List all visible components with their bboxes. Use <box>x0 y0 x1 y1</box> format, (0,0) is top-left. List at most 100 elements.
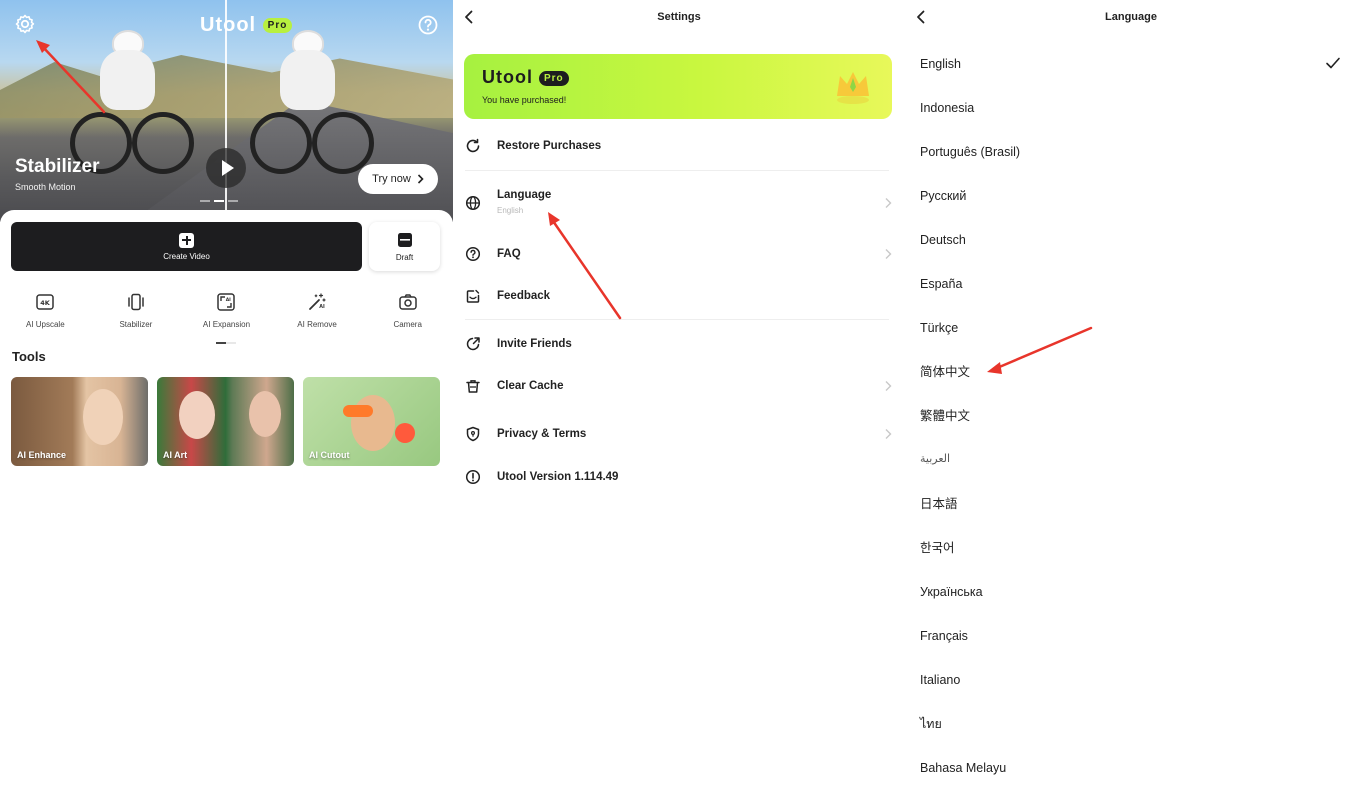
language-option-indonesia[interactable]: Indonesia <box>920 100 974 116</box>
settings-item-label: Restore Purchases <box>497 140 602 152</box>
banner-logo: Utool Pro <box>482 67 569 88</box>
settings-item-language[interactable]: Language English <box>465 187 893 215</box>
language-option-japanese[interactable]: 日本語 <box>920 496 958 512</box>
settings-item-version: Utool Version 1.114.49 <box>465 469 893 485</box>
vibrate-icon <box>128 293 144 311</box>
settings-item-clear-cache[interactable]: Clear Cache <box>465 378 893 394</box>
chevron-right-icon <box>885 429 892 439</box>
settings-item-label: Clear Cache <box>497 380 564 392</box>
quick-action-ai-remove[interactable]: AI AI Remove <box>272 292 363 329</box>
language-option-french[interactable]: Français <box>920 628 968 644</box>
language-option-turkish[interactable]: Türkçe <box>920 320 958 336</box>
try-now-label: Try now <box>372 173 411 185</box>
question-icon <box>465 246 481 262</box>
app-logo: Utool Pro <box>200 14 293 37</box>
trash-icon <box>466 380 480 393</box>
tool-card-ai-enhance[interactable]: AI Enhance <box>11 377 148 466</box>
chevron-right-icon <box>885 381 892 391</box>
quick-action-label: AI Remove <box>297 320 337 329</box>
language-option-italian[interactable]: Italiano <box>920 672 960 688</box>
quick-action-label: AI Upscale <box>25 320 65 329</box>
language-option-malay[interactable]: Bahasa Melayu <box>920 760 1006 776</box>
quick-actions: 4K AI Upscale Stabilizer AI AI Expansion… <box>0 292 453 329</box>
checkmark-icon <box>1326 57 1340 69</box>
banner-pro-badge: Pro <box>539 70 569 86</box>
settings-item-label: Invite Friends <box>497 338 572 350</box>
anime-portrait-image <box>179 391 215 439</box>
tool-card-ai-cutout[interactable]: AI Cutout <box>303 377 440 466</box>
settings-screen: Settings Utool Pro You have purchased! R… <box>453 0 905 800</box>
svg-text:AI: AI <box>319 304 325 310</box>
home-screen: Utool Pro Stabilizer Smooth Motion Try n… <box>0 0 453 800</box>
settings-item-label: Privacy & Terms <box>497 428 587 440</box>
language-option-german[interactable]: Deutsch <box>920 232 966 248</box>
4k-icon: 4K <box>36 294 55 310</box>
settings-item-faq[interactable]: FAQ <box>465 246 893 262</box>
chevron-right-icon <box>417 174 424 184</box>
restore-icon <box>466 138 480 153</box>
fruit-image <box>395 423 415 443</box>
carousel-dots <box>200 200 238 202</box>
quick-action-label: AI Expansion <box>202 320 251 329</box>
settings-item-privacy-terms[interactable]: Privacy & Terms <box>465 426 893 442</box>
draft-label: Draft <box>395 252 414 262</box>
banner-logo-text: Utool <box>482 67 533 87</box>
portrait-image <box>83 389 123 445</box>
language-nav-bar: Language <box>905 0 1357 34</box>
expand-icon: AI <box>217 293 236 311</box>
try-now-button[interactable]: Try now <box>358 164 438 194</box>
hero-banner[interactable]: Utool Pro Stabilizer Smooth Motion Try n… <box>0 0 453 222</box>
pro-badge: Pro <box>262 18 293 34</box>
language-option-thai[interactable]: ไทย <box>920 716 942 732</box>
tool-card-label: AI Art <box>163 450 188 460</box>
crown-icon <box>837 72 869 104</box>
language-option-russian[interactable]: Русский <box>920 188 966 204</box>
language-option-korean[interactable]: 한국어 <box>920 540 955 556</box>
purchase-status-text: You have purchased! <box>482 95 567 105</box>
svg-text:AI: AI <box>226 297 231 303</box>
pro-status-banner: Utool Pro You have purchased! <box>464 54 892 119</box>
settings-item-restore-purchases[interactable]: Restore Purchases <box>465 138 893 154</box>
language-option-portuguese-brazil[interactable]: Português (Brasil) <box>920 144 1020 160</box>
settings-item-label: Feedback <box>497 290 551 302</box>
tool-card-label: AI Enhance <box>17 450 67 460</box>
language-option-spanish[interactable]: España <box>920 276 962 292</box>
quick-action-ai-upscale[interactable]: 4K AI Upscale <box>0 292 91 329</box>
hero-title: Stabilizer <box>15 156 100 177</box>
cutout-portrait-image <box>351 395 395 451</box>
settings-item-feedback[interactable]: Feedback <box>465 288 893 304</box>
camera-icon <box>398 294 417 310</box>
language-option-traditional-chinese[interactable]: 繁體中文 <box>920 408 970 424</box>
divider <box>465 319 889 320</box>
tool-card-label: AI Cutout <box>309 450 350 460</box>
info-icon <box>465 469 481 485</box>
quick-action-label: Stabilizer <box>119 320 153 329</box>
language-screen: Language English Indonesia Português (Br… <box>905 0 1357 800</box>
hero-cyclist-after <box>250 30 374 180</box>
tool-card-ai-art[interactable]: AI Art <box>157 377 294 466</box>
language-option-ukrainian[interactable]: Українська <box>920 584 983 600</box>
settings-title: Settings <box>657 11 701 23</box>
feedback-icon <box>466 289 480 303</box>
quick-action-ai-expansion[interactable]: AI AI Expansion <box>181 292 272 329</box>
draft-icon <box>397 232 412 247</box>
settings-item-invite-friends[interactable]: Invite Friends <box>465 336 893 352</box>
draft-button[interactable]: Draft <box>369 222 440 271</box>
settings-item-label: Language <box>497 189 552 201</box>
magic-wand-icon: AI <box>309 293 326 310</box>
gear-icon[interactable] <box>13 12 37 36</box>
language-option-simplified-chinese[interactable]: 简体中文 <box>920 364 970 380</box>
tools-section-title: Tools <box>12 349 46 364</box>
play-button[interactable] <box>206 148 246 188</box>
app-version-text: Utool Version 1.114.49 <box>497 471 619 483</box>
photo-portrait-image <box>249 391 281 437</box>
quick-action-stabilizer[interactable]: Stabilizer <box>91 292 182 329</box>
chevron-right-icon <box>885 198 892 208</box>
help-icon[interactable] <box>416 13 440 37</box>
language-option-english[interactable]: English <box>920 56 961 72</box>
create-video-button[interactable]: Create Video <box>11 222 362 271</box>
language-option-arabic[interactable]: العربية <box>920 451 950 467</box>
share-icon <box>466 337 480 351</box>
sunglasses-image <box>343 405 373 417</box>
quick-action-camera[interactable]: Camera <box>362 292 453 329</box>
